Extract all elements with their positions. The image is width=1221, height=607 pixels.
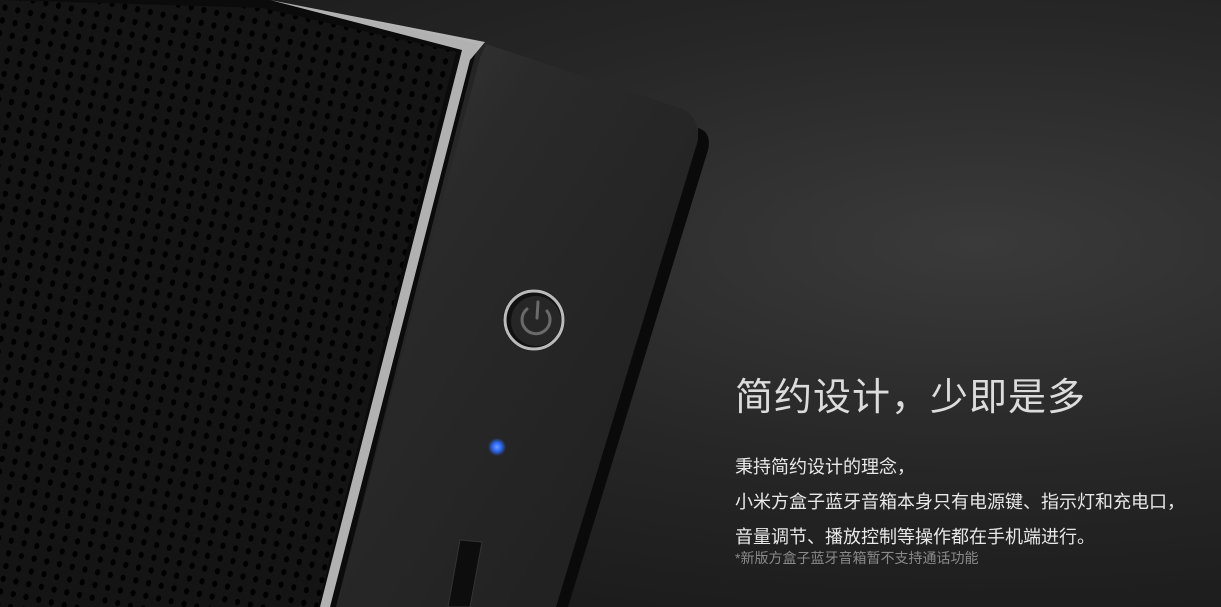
feature-copy: 简约设计，少即是多 秉持简约设计的理念， 小米方盒子蓝牙音箱本身只有电源键、指示…: [735, 372, 1185, 567]
description-line: 小米方盒子蓝牙音箱本身只有电源键、指示灯和充电口，: [735, 492, 1185, 512]
description-line: 秉持简约设计的理念，: [735, 457, 915, 477]
feature-description: 秉持简约设计的理念， 小米方盒子蓝牙音箱本身只有电源键、指示灯和充电口， 音量调…: [735, 450, 1185, 555]
power-button: [503, 289, 565, 351]
feature-footnote: *新版方盒子蓝牙音箱暂不支持通话功能: [735, 550, 979, 566]
feature-title: 简约设计，少即是多: [735, 377, 1087, 419]
indicator-light: [488, 438, 506, 456]
